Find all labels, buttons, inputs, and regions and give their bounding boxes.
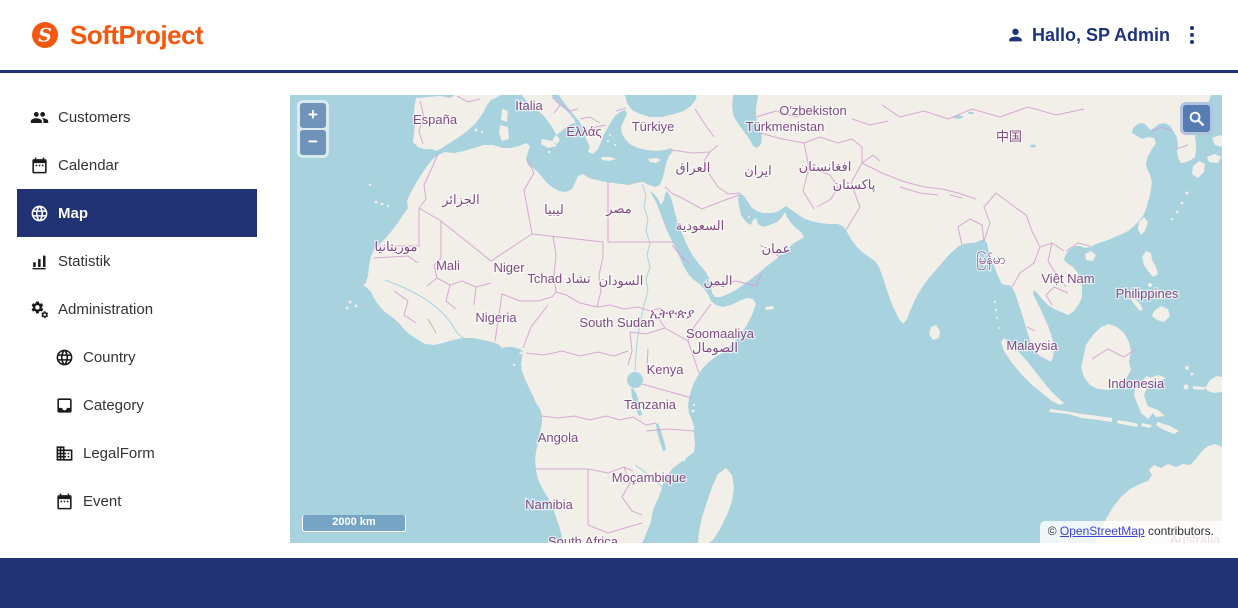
country-label: Angola [538,430,579,445]
sidebar-item-calendar[interactable]: Calendar [17,141,257,189]
country-label: Việt Nam [1041,271,1094,286]
logo-letter: S [38,25,52,47]
country-label: السعودية [676,218,725,234]
country-label: العراق [676,160,711,176]
country-label: مصر [605,201,631,217]
sidebar-item-label: LegalForm [83,445,155,462]
country-label: ايران [744,163,772,179]
country-label: پاکستان [833,177,876,193]
inbox-icon [55,396,74,415]
app-logo[interactable]: S SoftProject [30,20,203,51]
country-label: الجزائر [441,192,480,208]
sidebar-item-country[interactable]: Country [17,333,257,381]
sidebar-item-legalform[interactable]: LegalForm [17,429,257,477]
sidebar-item-label: Calendar [58,157,119,174]
country-label: Niger [493,260,525,275]
country-label: Tanzania [624,397,677,412]
country-label: موريتانيا [375,239,418,255]
zoom-in-button[interactable]: + [300,103,326,128]
map-tiles: Italia España Ελλάς Türkiye O'zbekistonTürkm… [290,95,1222,543]
sidebar-item-customers[interactable]: Customers [17,93,257,141]
country-label: السودان [599,273,644,289]
country-label: Philippines [1116,286,1179,301]
footer-bar [0,558,1238,608]
country-label: O'zbekiston [779,103,847,118]
country-label: 中国 [996,129,1022,144]
country-label: South Africa [548,534,619,543]
search-button[interactable] [1180,102,1213,135]
country-label: Namibia [525,497,573,512]
gears-icon [30,300,49,319]
attribution: © OpenStreetMap contributors. [1040,521,1222,543]
header: S SoftProject Hallo, SP Admin [0,0,1238,73]
brand-name: SoftProject [70,20,203,51]
attribution-link[interactable]: OpenStreetMap [1060,524,1145,538]
sidebar-item-label: Country [83,349,136,366]
sidebar-item-label: Customers [58,109,131,126]
country-label: ليبيا [544,202,564,217]
country-label: Türkmenistan [746,119,825,134]
country-label: Malaysia [1006,338,1058,353]
attribution-suffix: contributors. [1145,524,1214,538]
attribution-prefix: © [1048,524,1060,538]
country-label: الصومال [692,340,738,356]
country-label: Moçambique [612,470,686,485]
sidebar-item-event[interactable]: Event [17,477,257,525]
sidebar-item-label: Statistik [58,253,111,270]
softproject-logo-icon: S [30,20,60,50]
country-label: Türkiye [632,119,675,134]
calendar-icon [55,492,74,511]
country-label: ኢትዮጵያ [650,306,695,321]
sidebar-item-label: Map [58,205,88,222]
building-icon [55,444,74,463]
country-label: Tchad تشاد [527,271,591,286]
country-label: Mali [436,258,460,273]
country-label: Nigeria [475,310,517,325]
country-label: South Sudan [579,315,654,330]
sidebar-item-administration[interactable]: Administration [17,285,257,333]
country-label: عمان [762,241,791,256]
greeting-text: Hallo, SP Admin [1032,25,1170,46]
globe-icon [55,348,74,367]
sidebar-item-label: Event [83,493,121,510]
country-label: Kenya [647,362,685,377]
sidebar-item-category[interactable]: Category [17,381,257,429]
zoom-control: + − [297,100,329,158]
globe-icon [30,204,49,223]
user-menu[interactable]: Hallo, SP Admin [1006,24,1170,46]
sidebar: Customers Calendar Map Statistik Adminis… [0,73,257,543]
sidebar-item-label: Category [83,397,144,414]
country-label: اليمن [704,273,733,289]
country-label: افغانستان [799,159,852,174]
users-icon [30,108,49,127]
country-label: Soomaaliya [686,326,755,341]
calendar-icon [30,156,49,175]
search-icon [1188,110,1205,127]
country-label: Indonesia [1108,376,1165,391]
sidebar-item-label: Administration [58,301,153,318]
scale-bar: 2000 km [302,515,406,532]
sidebar-item-statistik[interactable]: Statistik [17,237,257,285]
country-label: Ελλάς [566,124,601,139]
person-icon [1006,24,1025,46]
map-canvas[interactable]: Italia España Ελλάς Türkiye O'zbekistonTürkm… [290,95,1222,543]
sidebar-item-map[interactable]: Map [17,189,257,237]
zoom-out-button[interactable]: − [300,130,326,155]
bar-chart-icon [30,252,49,271]
country-label: España [413,112,458,127]
country-label: Italia [515,98,543,113]
kebab-menu-icon[interactable] [1186,22,1198,48]
